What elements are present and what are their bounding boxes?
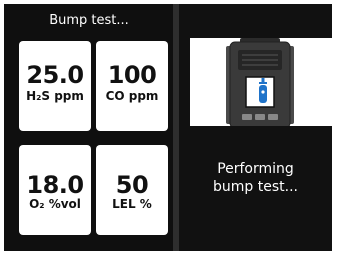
status-line-2: bump test...: [213, 179, 298, 195]
co-value: 100: [107, 61, 157, 89]
status-line-1: Performing: [217, 161, 294, 177]
h2s-reading-tile: 25.0 H₂S ppm: [19, 41, 91, 131]
co-unit: CO ppm: [105, 89, 159, 103]
o2-reading-tile: 18.0 O₂ %vol: [19, 145, 91, 235]
h2s-value: 25.0: [26, 61, 84, 89]
device-image-card: [190, 38, 332, 126]
o2-value: 18.0: [26, 171, 84, 199]
lel-unit: LEL %: [112, 197, 152, 211]
bump-test-status: Performing bump test...: [183, 160, 328, 196]
lel-reading-tile: 50 LEL %: [96, 145, 168, 235]
screen-title: Bump test...: [49, 13, 129, 28]
gas-cylinder-icon: [259, 78, 267, 103]
co-reading-tile: 100 CO ppm: [96, 41, 168, 131]
o2-unit: O₂ %vol: [29, 197, 81, 211]
lel-value: 50: [115, 171, 149, 199]
h2s-unit: H₂S ppm: [26, 89, 84, 103]
